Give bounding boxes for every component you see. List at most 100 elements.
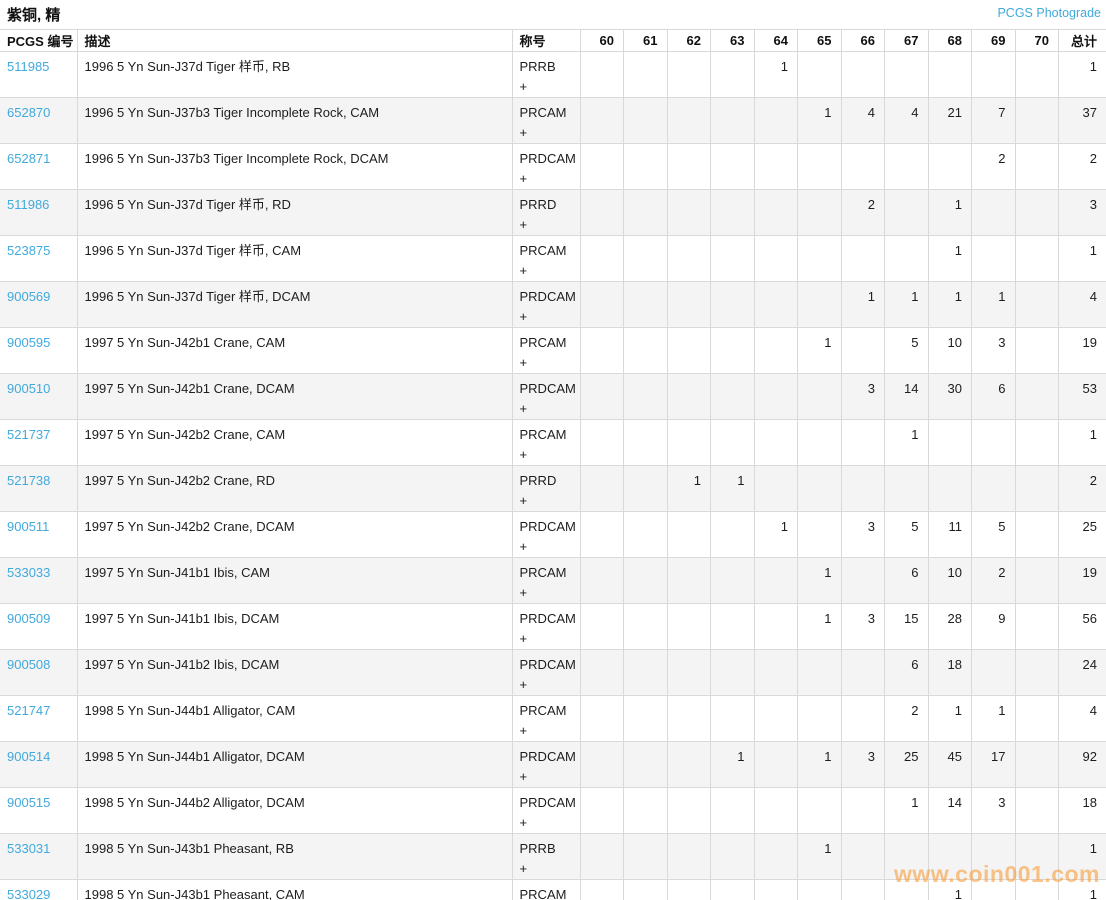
grade-65-cell (798, 374, 842, 420)
table-row: 900514 1998 5 Yn Sun-J44b1 Alligator, DCA… (0, 742, 1106, 788)
pcgs-number-link[interactable]: 900514 (7, 749, 50, 764)
total-cell: 1 (1059, 880, 1106, 900)
grade-63-cell (711, 880, 755, 900)
pcgs-number-link[interactable]: 511986 (7, 197, 49, 212)
total-cell: 92 (1059, 742, 1106, 788)
grade-69-cell (972, 190, 1016, 236)
grade-63-cell (711, 420, 755, 466)
grade-64-cell (754, 696, 798, 742)
pcgs-number-cell: 900509 (0, 604, 77, 650)
designation-line: PRCAM (520, 103, 576, 123)
photograde-link[interactable]: PCGS Photograde (997, 6, 1101, 20)
grade-68-cell: 11 (928, 512, 972, 558)
grade-61-cell (624, 190, 668, 236)
total-cell: 19 (1059, 328, 1106, 374)
grade-69-cell: 7 (972, 98, 1016, 144)
designation-line: PRDCAM (520, 609, 576, 629)
grade-63-cell (711, 236, 755, 282)
designation-cell: PRDCAM+ (512, 604, 580, 650)
table-row: 5330331997 5 Yn Sun-J41b1 Ibis, CAMPRCAM… (0, 558, 1106, 604)
pcgs-number-link[interactable]: 900569 (7, 289, 50, 304)
pcgs-number-link[interactable]: 900511 (7, 519, 49, 534)
pcgs-number-link[interactable]: 652871 (7, 151, 50, 166)
column-header-grade-69: 69 (972, 30, 1016, 52)
grade-67-cell (885, 834, 929, 880)
grade-60-cell (580, 282, 624, 328)
designation-cell: PRCAM+ (512, 880, 580, 900)
designation-line: PRCAM (520, 241, 576, 261)
pcgs-number-link[interactable]: 900508 (7, 657, 50, 672)
grade-69-cell: 6 (972, 374, 1016, 420)
description-cell: 1998 5 Yn Sun-J43b1 Pheasant, RB (77, 834, 512, 880)
grade-64-cell (754, 328, 798, 374)
grade-61-cell (624, 420, 668, 466)
grade-66-cell (841, 788, 885, 834)
grade-61-cell (624, 558, 668, 604)
population-table: PCGS 编号描述称号6061626364656667686970总计 5119… (0, 29, 1106, 900)
pcgs-number-link[interactable]: 900515 (7, 795, 50, 810)
description-cell: 1996 5 Yn Sun-J37d Tiger 样币, CAM (77, 236, 512, 282)
table-row: 9005091997 5 Yn Sun-J41b1 Ibis, DCAMPRDC… (0, 604, 1106, 650)
designation-line: PRCAM (520, 701, 576, 721)
table-row: 5330311998 5 Yn Sun-J43b1 Pheasant, RBPR… (0, 834, 1106, 880)
column-header-grade-63: 63 (711, 30, 755, 52)
pcgs-number-link[interactable]: 652870 (7, 105, 50, 120)
designation-line: + (520, 307, 576, 327)
pcgs-number-link[interactable]: 900510 (7, 381, 50, 396)
grade-67-cell (885, 236, 929, 282)
grade-68-cell: 1 (928, 282, 972, 328)
grade-60-cell (580, 788, 624, 834)
designation-line: PRDCAM (520, 149, 576, 169)
description-cell: 1997 5 Yn Sun-J41b2 Ibis, DCAM (77, 650, 512, 696)
pcgs-number-cell: 511986 (0, 190, 77, 236)
description-cell: 1997 5 Yn Sun-J41b1 Ibis, CAM (77, 558, 512, 604)
grade-63-cell (711, 144, 755, 190)
pcgs-number-cell: 523875 (0, 236, 77, 282)
designation-line: + (520, 261, 576, 281)
pcgs-number-link[interactable]: 521747 (7, 703, 50, 718)
pcgs-number-link[interactable]: 533029 (7, 887, 50, 900)
pcgs-number-link[interactable]: 521738 (7, 473, 50, 488)
grade-69-cell (972, 466, 1016, 512)
grade-63-cell (711, 52, 755, 98)
grade-69-cell (972, 420, 1016, 466)
grade-67-cell: 6 (885, 650, 929, 696)
pcgs-number-link[interactable]: 900595 (7, 335, 50, 350)
grade-60-cell (580, 604, 624, 650)
designation-line: PRRD (520, 195, 576, 215)
grade-62-cell (667, 604, 711, 650)
table-row: 6528701996 5 Yn Sun-J37b3 Tiger Incomple… (0, 98, 1106, 144)
table-row: 5330291998 5 Yn Sun-J43b1 Pheasant, CAMP… (0, 880, 1106, 900)
pcgs-number-link[interactable]: 533033 (7, 565, 50, 580)
grade-65-cell (798, 880, 842, 900)
pcgs-number-link[interactable]: 511985 (7, 59, 49, 74)
total-cell: 3 (1059, 190, 1106, 236)
pcgs-number-link[interactable]: 523875 (7, 243, 50, 258)
grade-60-cell (580, 512, 624, 558)
grade-64-cell (754, 834, 798, 880)
grade-66-cell (841, 420, 885, 466)
grade-65-cell: 1 (798, 604, 842, 650)
grade-62-cell (667, 788, 711, 834)
grade-65-cell (798, 420, 842, 466)
grade-66-cell: 3 (841, 742, 885, 788)
grade-60-cell (580, 696, 624, 742)
grade-65-cell (798, 650, 842, 696)
grade-69-cell (972, 880, 1016, 900)
pcgs-number-cell: 533033 (0, 558, 77, 604)
pcgs-number-link[interactable]: 900509 (7, 611, 50, 626)
grade-60-cell (580, 190, 624, 236)
designation-line: + (520, 721, 576, 741)
grade-67-cell (885, 52, 929, 98)
designation-line: + (520, 169, 576, 189)
grade-70-cell (1015, 52, 1059, 98)
pcgs-number-cell: 521738 (0, 466, 77, 512)
grade-60-cell (580, 742, 624, 788)
grade-68-cell (928, 144, 972, 190)
description-cell: 1998 5 Yn Sun-J44b1 Alligator, DCAM (77, 742, 512, 788)
pcgs-number-link[interactable]: 533031 (7, 841, 50, 856)
grade-70-cell (1015, 742, 1059, 788)
pcgs-number-link[interactable]: 521737 (7, 427, 50, 442)
description-cell: 1996 5 Yn Sun-J37d Tiger 样币, RB (77, 52, 512, 98)
grade-65-cell: 1 (798, 834, 842, 880)
